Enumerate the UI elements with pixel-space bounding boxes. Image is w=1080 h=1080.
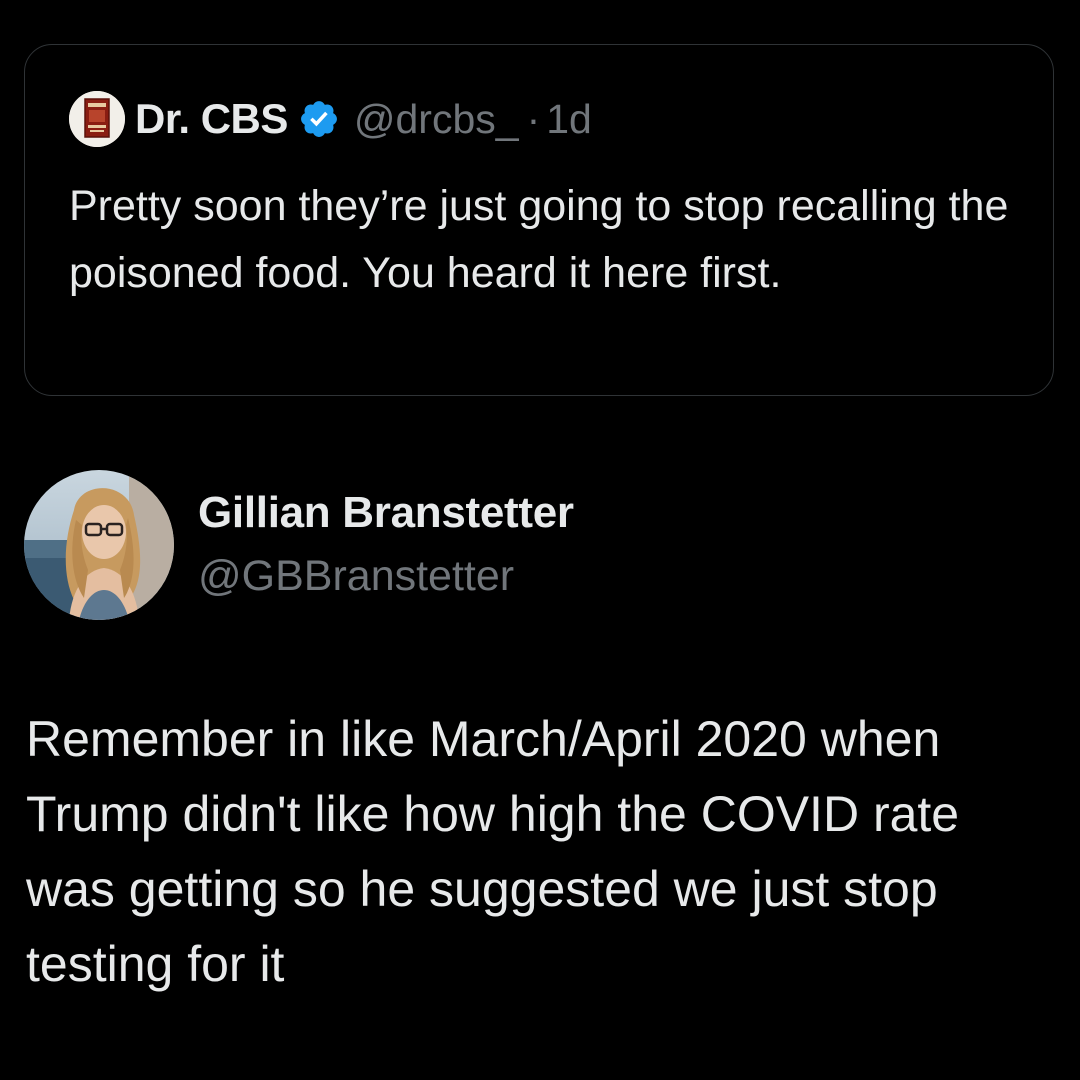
quoted-author-handle[interactable]: @drcbs_ xyxy=(354,96,519,143)
quoted-author-name[interactable]: Dr. CBS xyxy=(135,95,288,143)
author-handle[interactable]: @GBBranstetter xyxy=(198,552,514,601)
separator-dot: · xyxy=(526,95,541,142)
quoted-tweet-timestamp[interactable]: 1d xyxy=(546,96,592,143)
author-name[interactable]: Gillian Branstetter xyxy=(198,488,574,538)
quoted-tweet-card[interactable]: Dr. CBS @drcbs_ · 1d Pretty soon they’re… xyxy=(24,44,1054,396)
author-avatar[interactable] xyxy=(24,470,174,620)
quoted-author-avatar[interactable] xyxy=(69,91,125,147)
quoted-tweet-header: Dr. CBS @drcbs_ · 1d xyxy=(69,91,592,147)
book-cover-icon xyxy=(69,91,125,147)
quoted-tweet-text: Pretty soon they’re just going to stop r… xyxy=(69,182,1009,297)
tweet-text: Remember in like March/April 2020 when T… xyxy=(26,711,960,992)
verified-badge-icon xyxy=(300,101,337,137)
profile-photo-icon xyxy=(24,470,174,620)
